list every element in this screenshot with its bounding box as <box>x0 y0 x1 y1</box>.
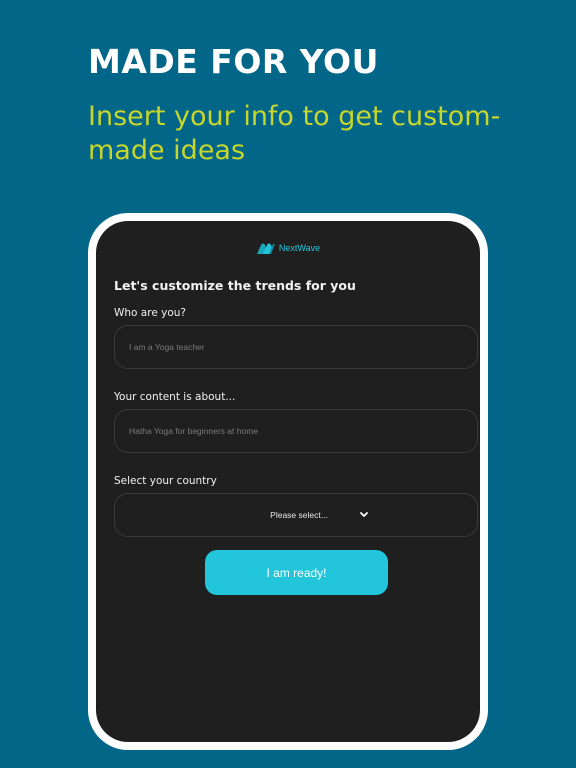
country-label: Select your country <box>114 475 217 487</box>
promo-headline: MADE FOR YOU <box>88 42 379 81</box>
app-screen: NextWave Let's customize the trends for … <box>96 221 480 742</box>
brand-header: NextWave <box>96 241 480 255</box>
chevron-down-icon <box>360 512 368 517</box>
i-am-ready-button[interactable]: I am ready! <box>205 550 388 595</box>
country-select-value: Please select... <box>270 510 328 520</box>
who-are-you-label: Who are you? <box>114 307 186 319</box>
content-about-input[interactable] <box>114 409 478 453</box>
promo-subheadline: Insert your info to get custom-made idea… <box>88 101 501 166</box>
brand-name: NextWave <box>278 243 321 253</box>
country-select[interactable]: Please select... <box>114 493 478 537</box>
nextwave-logo-icon <box>256 243 275 254</box>
form-title: Let's customize the trends for you <box>114 278 356 293</box>
tablet-frame: NextWave Let's customize the trends for … <box>88 213 488 750</box>
who-are-you-input[interactable] <box>114 325 478 369</box>
content-about-label: Your content is about... <box>114 391 236 403</box>
